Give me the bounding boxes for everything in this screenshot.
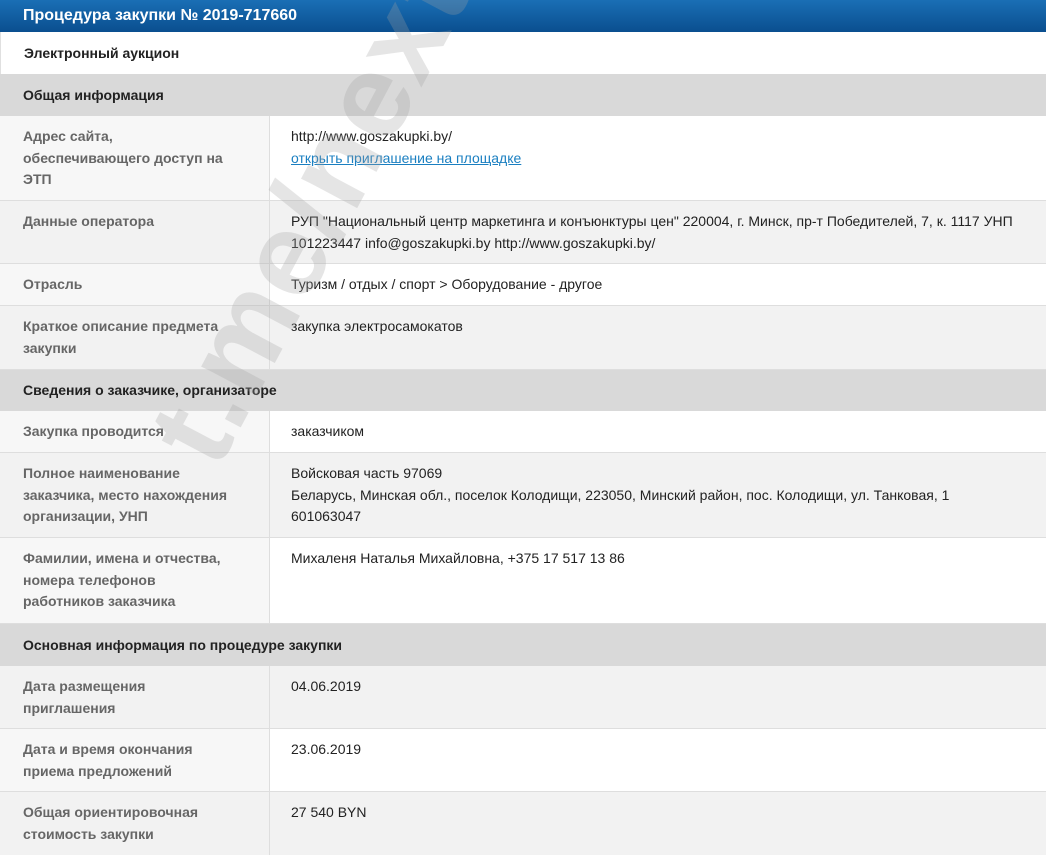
open-invitation-link[interactable]: открыть приглашение на площадке	[291, 148, 1036, 170]
label-line: приглашения	[23, 699, 116, 716]
row-description: Краткое описание предмета закупки закупк…	[0, 306, 1046, 370]
label-line: Краткое описание предмета	[23, 318, 219, 334]
row-customer-name: Полное наименование заказчика, место нах…	[0, 453, 1046, 538]
label-line: Дата и время окончания	[23, 741, 193, 757]
row-conducted-by: Закупка проводится заказчиком	[0, 411, 1046, 453]
label-line: работников заказчика	[23, 593, 176, 609]
row-value: Войсковая часть 97069 Беларусь, Минская …	[270, 453, 1046, 537]
row-value: http://www.goszakupki.by/ открыть пригла…	[270, 116, 1046, 200]
label-line: Закупка проводится	[23, 423, 164, 439]
value-line: Туризм / отдых / спорт > Оборудование - …	[291, 276, 603, 292]
value-line: заказчиком	[291, 423, 365, 439]
row-value: РУП "Национальный центр маркетинга и кон…	[270, 201, 1046, 263]
value-line: Михаленя Наталья Михайловна, +375 17 517…	[291, 550, 625, 566]
label-line: Общая ориентировочная	[23, 804, 199, 820]
label-line: Фамилии, имена и отчества,	[23, 550, 221, 566]
row-etp-address: Адрес сайта, обеспечивающего доступ на Э…	[0, 116, 1046, 201]
section-header-procedure: Основная информация по процедуре закупки	[0, 624, 1046, 666]
row-label: Дата размещения приглашения	[0, 666, 270, 728]
procedure-type: Электронный аукцион	[0, 32, 1046, 74]
row-label: Данные оператора	[0, 201, 270, 263]
label-line: номера телефонов	[23, 571, 156, 588]
page-title: Процедура закупки № 2019-717660	[0, 0, 1046, 32]
row-deadline: Дата и время окончания приема предложени…	[0, 729, 1046, 792]
label-line: обеспечивающего доступ на	[23, 149, 223, 166]
row-label: Фамилии, имена и отчества, номера телефо…	[0, 538, 270, 623]
row-industry: Отрасль Туризм / отдых / спорт > Оборудо…	[0, 264, 1046, 306]
row-label: Краткое описание предмета закупки	[0, 306, 270, 369]
row-operator: Данные оператора РУП "Национальный центр…	[0, 201, 1046, 264]
etp-url-text: http://www.goszakupki.by/	[291, 128, 453, 144]
label-line: Отрасль	[23, 276, 83, 292]
row-value: закупка электросамокатов	[270, 306, 1046, 369]
row-value: 23.06.2019	[270, 729, 1046, 791]
row-label: Закупка проводится	[0, 411, 270, 452]
row-value: 27 540 BYN	[270, 792, 1046, 855]
label-line: стоимость закупки	[23, 825, 154, 842]
row-label: Отрасль	[0, 264, 270, 305]
value-line: 601063047	[291, 508, 362, 524]
value-line: Войсковая часть 97069	[291, 465, 443, 481]
section-header-general: Общая информация	[0, 74, 1046, 116]
label-line: Адрес сайта,	[23, 128, 113, 144]
value-line: РУП "Национальный центр маркетинга и кон…	[291, 213, 1013, 229]
row-label: Адрес сайта, обеспечивающего доступ на Э…	[0, 116, 270, 200]
row-cost: Общая ориентировочная стоимость закупки …	[0, 792, 1046, 855]
row-label: Общая ориентировочная стоимость закупки	[0, 792, 270, 855]
row-value: 04.06.2019	[270, 666, 1046, 728]
label-line: Данные оператора	[23, 213, 154, 229]
row-label: Дата и время окончания приема предложени…	[0, 729, 270, 791]
row-contacts: Фамилии, имена и отчества, номера телефо…	[0, 538, 1046, 624]
value-line: Беларусь, Минская обл., поселок Колодищи…	[291, 486, 950, 503]
row-posted-date: Дата размещения приглашения 04.06.2019	[0, 666, 1046, 729]
value-line: 04.06.2019	[291, 678, 362, 694]
label-line: приема предложений	[23, 762, 173, 779]
row-value: Туризм / отдых / спорт > Оборудование - …	[270, 264, 1046, 305]
label-line: организации, УНП	[23, 508, 148, 524]
value-line: 23.06.2019	[291, 741, 362, 757]
row-value: Михаленя Наталья Михайловна, +375 17 517…	[270, 538, 1046, 623]
value-line: закупка электросамокатов	[291, 318, 463, 334]
label-line: Полное наименование	[23, 465, 180, 481]
row-value: заказчиком	[270, 411, 1046, 452]
section-header-customer: Сведения о заказчике, организаторе	[0, 370, 1046, 411]
label-line: заказчика, место нахождения	[23, 486, 227, 503]
value-line: 27 540 BYN	[291, 804, 367, 820]
label-line: закупки	[23, 339, 77, 356]
label-line: Дата размещения	[23, 678, 146, 694]
label-line: ЭТП	[23, 171, 52, 187]
value-line: 101223447 info@goszakupki.by http://www.…	[291, 234, 656, 251]
row-label: Полное наименование заказчика, место нах…	[0, 453, 270, 537]
